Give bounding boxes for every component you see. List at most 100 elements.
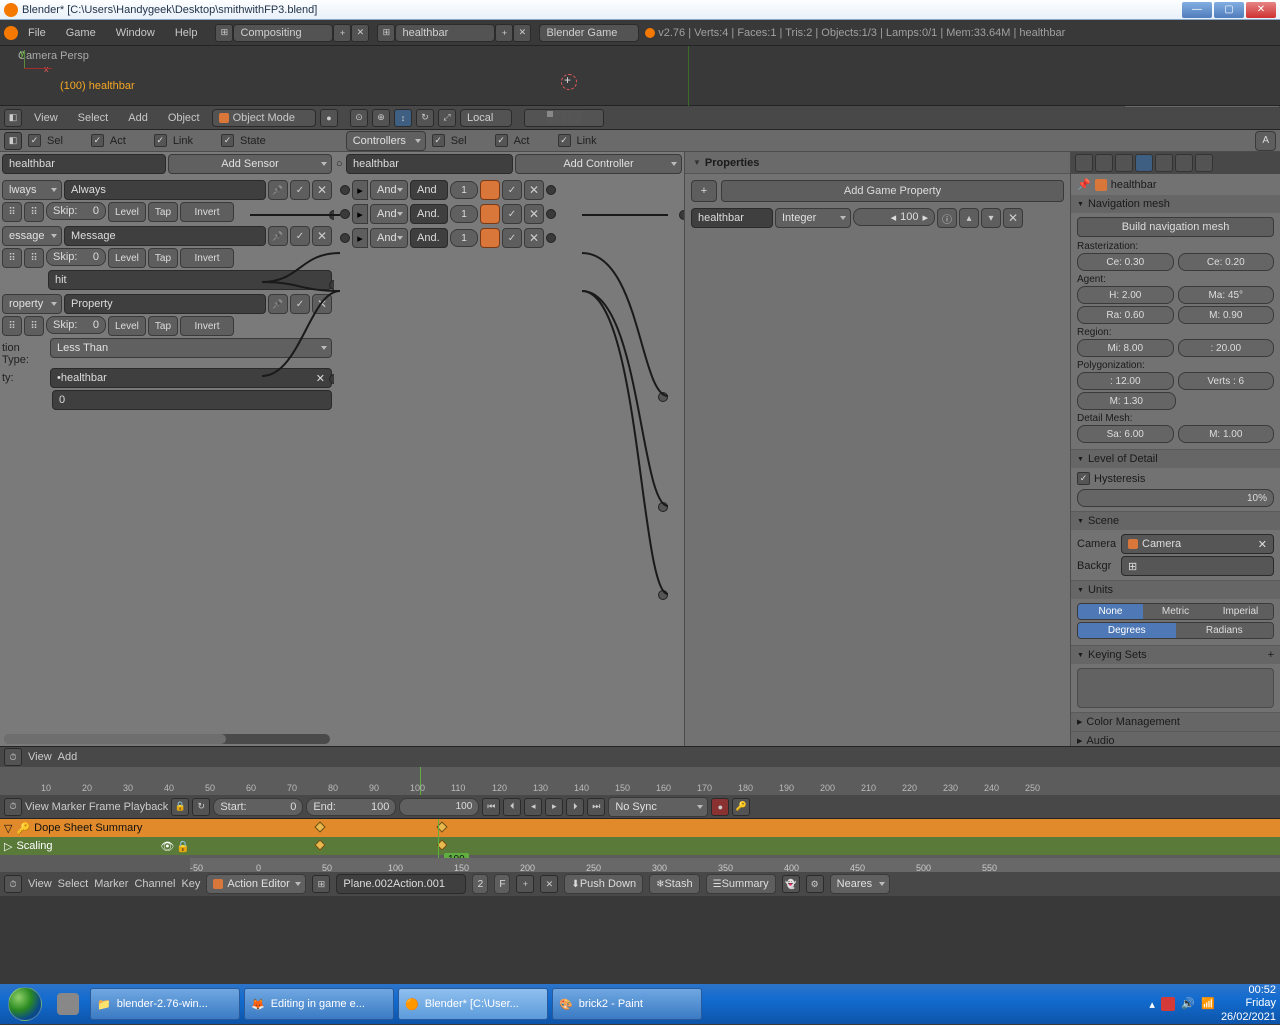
sync-icon[interactable]: ↻ (192, 798, 210, 816)
expand-icon[interactable]: ▸ (352, 228, 368, 248)
poly-m[interactable]: M: 1.30 (1077, 392, 1176, 410)
properties-header[interactable]: Properties (685, 152, 1070, 174)
skip-field[interactable]: Skip: 0 (46, 202, 106, 220)
panel-keying[interactable]: Keying Sets+ (1071, 646, 1280, 664)
panel-lod[interactable]: Level of Detail (1071, 450, 1280, 468)
hdr-select[interactable]: Select (70, 109, 117, 127)
ctrl-state[interactable]: 1 (450, 181, 478, 199)
sensor-property[interactable]: roperty Property ✓ ✕ ⠿ ⠿ Skip: 0 Level T… (2, 294, 332, 410)
layout-remove-icon[interactable]: ✕ (351, 24, 369, 42)
tab-object-icon[interactable] (1155, 154, 1173, 172)
agent-h[interactable]: H: 2.00 (1077, 286, 1174, 304)
pinned-app-icon[interactable] (50, 993, 86, 1015)
maximize-button[interactable]: ▢ (1214, 2, 1244, 18)
start-button[interactable] (4, 983, 46, 1025)
add-property-label[interactable]: Add Game Property (721, 180, 1064, 202)
summary-toggle[interactable]: ☰ Summary (706, 874, 776, 894)
level-button[interactable]: Level (108, 202, 146, 222)
unit-rotation[interactable]: DegreesRadians (1077, 622, 1274, 639)
priority-icon[interactable] (480, 180, 500, 200)
end-frame[interactable]: End:100 (306, 798, 396, 816)
sensor-name-message[interactable]: Message (64, 226, 266, 246)
timeline-ruler[interactable]: 1020304050607080901001101201301401501601… (0, 767, 1280, 795)
hysteresis-check[interactable] (1077, 472, 1090, 485)
dope-view[interactable]: View (28, 878, 52, 890)
ctrl-name[interactable]: And. (410, 204, 448, 224)
add-sensor-dropdown[interactable]: Add Sensor (168, 154, 332, 174)
dope-scaling-row[interactable]: ▷Scaling 👁 🔒 (0, 837, 1280, 855)
prop-type-dropdown[interactable]: Integer (775, 208, 851, 228)
pulse-false-icon[interactable]: ⠿ (24, 202, 44, 222)
push-down-button[interactable]: ⬇ Push Down (564, 874, 643, 894)
tl-frame[interactable]: Frame (89, 801, 121, 813)
ctrl-type[interactable]: And (370, 204, 408, 224)
ctrl-type[interactable]: And (370, 180, 408, 200)
add-controller-dropdown[interactable]: Add Controller (515, 154, 682, 174)
lock-icon[interactable]: 🔒 (171, 798, 189, 816)
check-icon[interactable]: ✓ (290, 180, 310, 200)
lock-icon[interactable]: 🔒 (176, 840, 190, 853)
action-users[interactable]: 2 (472, 874, 488, 894)
dope-mode[interactable]: Action Editor (206, 874, 306, 894)
panel-units[interactable]: Units (1071, 581, 1280, 599)
scene-add-icon[interactable]: + (495, 24, 513, 42)
chk-link2[interactable] (558, 134, 571, 147)
priority-icon[interactable] (480, 228, 500, 248)
menu-window[interactable]: Window (106, 27, 165, 39)
poly-verts[interactable]: Verts : 6 (1178, 372, 1275, 390)
tl-playback[interactable]: Playback (124, 801, 169, 813)
socket-icon[interactable] (546, 185, 556, 195)
play-icon[interactable]: ▸ (545, 798, 563, 816)
keyframe-next-icon[interactable]: ⏵ (566, 798, 584, 816)
pulse-false-icon[interactable]: ⠿ (24, 248, 44, 268)
tab-render-icon[interactable] (1075, 154, 1093, 172)
poly-1[interactable]: : 12.00 (1077, 372, 1174, 390)
check-icon[interactable]: ✓ (502, 204, 522, 224)
logic-editor-icon[interactable]: ◧ (4, 132, 22, 150)
close-button[interactable]: ✕ (1246, 2, 1276, 18)
cell-height[interactable]: Ce: 0.20 (1178, 253, 1275, 271)
dope-channel[interactable]: Channel (134, 878, 175, 890)
agent-m[interactable]: M: 0.90 (1178, 306, 1275, 324)
info-icon[interactable]: ⓘ (937, 208, 957, 228)
sensor-name-property[interactable]: Property (64, 294, 266, 314)
tl-editor-icon[interactable]: ⏱ (4, 798, 22, 816)
controllers-dropdown[interactable]: Controllers (346, 131, 426, 151)
layout-add-icon[interactable]: + (333, 24, 351, 42)
sensor-always[interactable]: lways Always ✓ ✕ ⠿ ⠿ Skip: 0 Level Tap I… (2, 180, 332, 222)
delete-icon[interactable]: ✕ (312, 180, 332, 200)
menu-game[interactable]: Game (56, 27, 106, 39)
tl-marker[interactable]: Marker (52, 801, 86, 813)
delete-icon[interactable]: ✕ (524, 228, 544, 248)
manip-rot-icon[interactable]: ↻ (416, 109, 434, 127)
chk-act[interactable] (91, 134, 104, 147)
timeline-editor-icon[interactable]: ⏱ (4, 748, 22, 766)
shading-icon[interactable]: ● (320, 109, 338, 127)
remove-prop-icon[interactable]: ✕ (1003, 208, 1023, 228)
socket-icon[interactable] (658, 590, 668, 600)
stash-button[interactable]: ❄ Stash (649, 874, 700, 894)
detail-sa[interactable]: Sa: 6.00 (1077, 425, 1174, 443)
skip-field[interactable]: Skip: 0 (46, 316, 106, 334)
chk-state[interactable] (221, 134, 234, 147)
tap-button[interactable]: Tap (148, 316, 178, 336)
socket-icon[interactable] (546, 209, 556, 219)
manip-icon[interactable]: ⊕ (372, 109, 390, 127)
value-field[interactable]: 0 (52, 390, 332, 410)
taskbar-item[interactable]: 🟠Blender* [C:\User... (398, 988, 548, 1020)
action-name[interactable]: Plane.002Action.001 (336, 874, 466, 894)
ctrl-name[interactable]: And (410, 180, 448, 200)
agent-ma[interactable]: Ma: 45° (1178, 286, 1275, 304)
socket-icon[interactable] (679, 210, 684, 220)
add-property-button[interactable]: + (691, 180, 717, 202)
property-field[interactable]: • healthbar✕ (50, 368, 332, 388)
engine-selector[interactable]: Blender Game (539, 24, 639, 42)
invert-button[interactable]: Invert (180, 316, 234, 336)
hdr-object[interactable]: Object (160, 109, 208, 127)
chk-act2[interactable] (495, 134, 508, 147)
keying-icon[interactable]: 🔑 (732, 798, 750, 816)
fake-user[interactable]: F (494, 874, 510, 894)
controller-and-1[interactable]: ▸ And And 1 ✓ ✕ (340, 180, 678, 200)
jump-start-icon[interactable]: ⏮ (482, 798, 500, 816)
filter-icon[interactable]: ⚙ (806, 875, 824, 893)
